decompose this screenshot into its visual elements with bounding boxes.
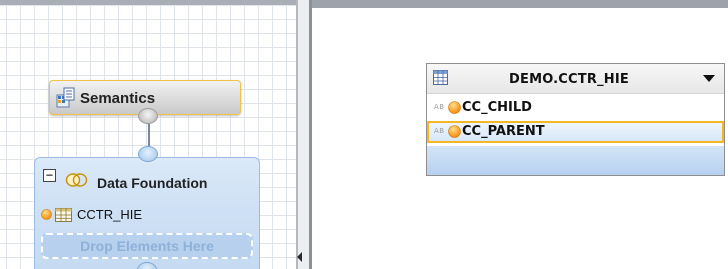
data-foundation-label: Data Foundation	[97, 175, 208, 191]
dropdown-arrow-icon[interactable]	[703, 75, 715, 82]
string-type-icon: AB	[434, 103, 445, 111]
data-foundation-input-port[interactable]	[138, 146, 158, 162]
table-widget-title: DEMO.CCTR_HIE	[509, 72, 629, 87]
foundation-table-label: CCTR_HIE	[77, 207, 143, 222]
splitter-edge-right	[309, 0, 312, 269]
key-icon	[448, 101, 461, 114]
semantics-icon	[56, 87, 76, 109]
column-row-selected[interactable]: AB CC_PARENT	[427, 121, 724, 143]
splitter-edge-left	[296, 0, 298, 269]
canvas-top-border	[0, 0, 296, 5]
join-icon	[65, 172, 89, 187]
key-icon	[448, 125, 461, 138]
table-widget[interactable]: DEMO.CCTR_HIE AB CC_CHILD AB CC_PARENT	[426, 63, 725, 176]
table-widget-footer	[427, 146, 724, 175]
modeling-canvas[interactable]: Semantics − Data Foundation CCTR_HIE Dro…	[0, 0, 296, 269]
column-label: CC_CHILD	[462, 100, 532, 115]
key-icon	[41, 209, 52, 220]
column-row[interactable]: AB CC_CHILD	[427, 97, 724, 119]
drop-zone-label: Drop Elements Here	[80, 238, 214, 254]
column-label: CC_PARENT	[462, 124, 545, 139]
drop-elements-zone[interactable]: Drop Elements Here	[41, 233, 253, 259]
semantics-label: Semantics	[80, 90, 156, 107]
data-foundation-node[interactable]: − Data Foundation CCTR_HIE Drop Elements…	[34, 157, 260, 269]
table-widget-header[interactable]: DEMO.CCTR_HIE	[427, 64, 724, 94]
splitter-arrow-icon[interactable]	[297, 252, 302, 262]
table-icon	[55, 207, 72, 226]
semantics-output-port[interactable]	[138, 108, 158, 124]
table-icon	[433, 70, 448, 89]
foundation-table-item[interactable]: CCTR_HIE	[41, 205, 255, 223]
details-top-border	[312, 0, 728, 8]
string-type-icon: AB	[434, 127, 445, 135]
collapse-icon[interactable]: −	[43, 169, 56, 182]
